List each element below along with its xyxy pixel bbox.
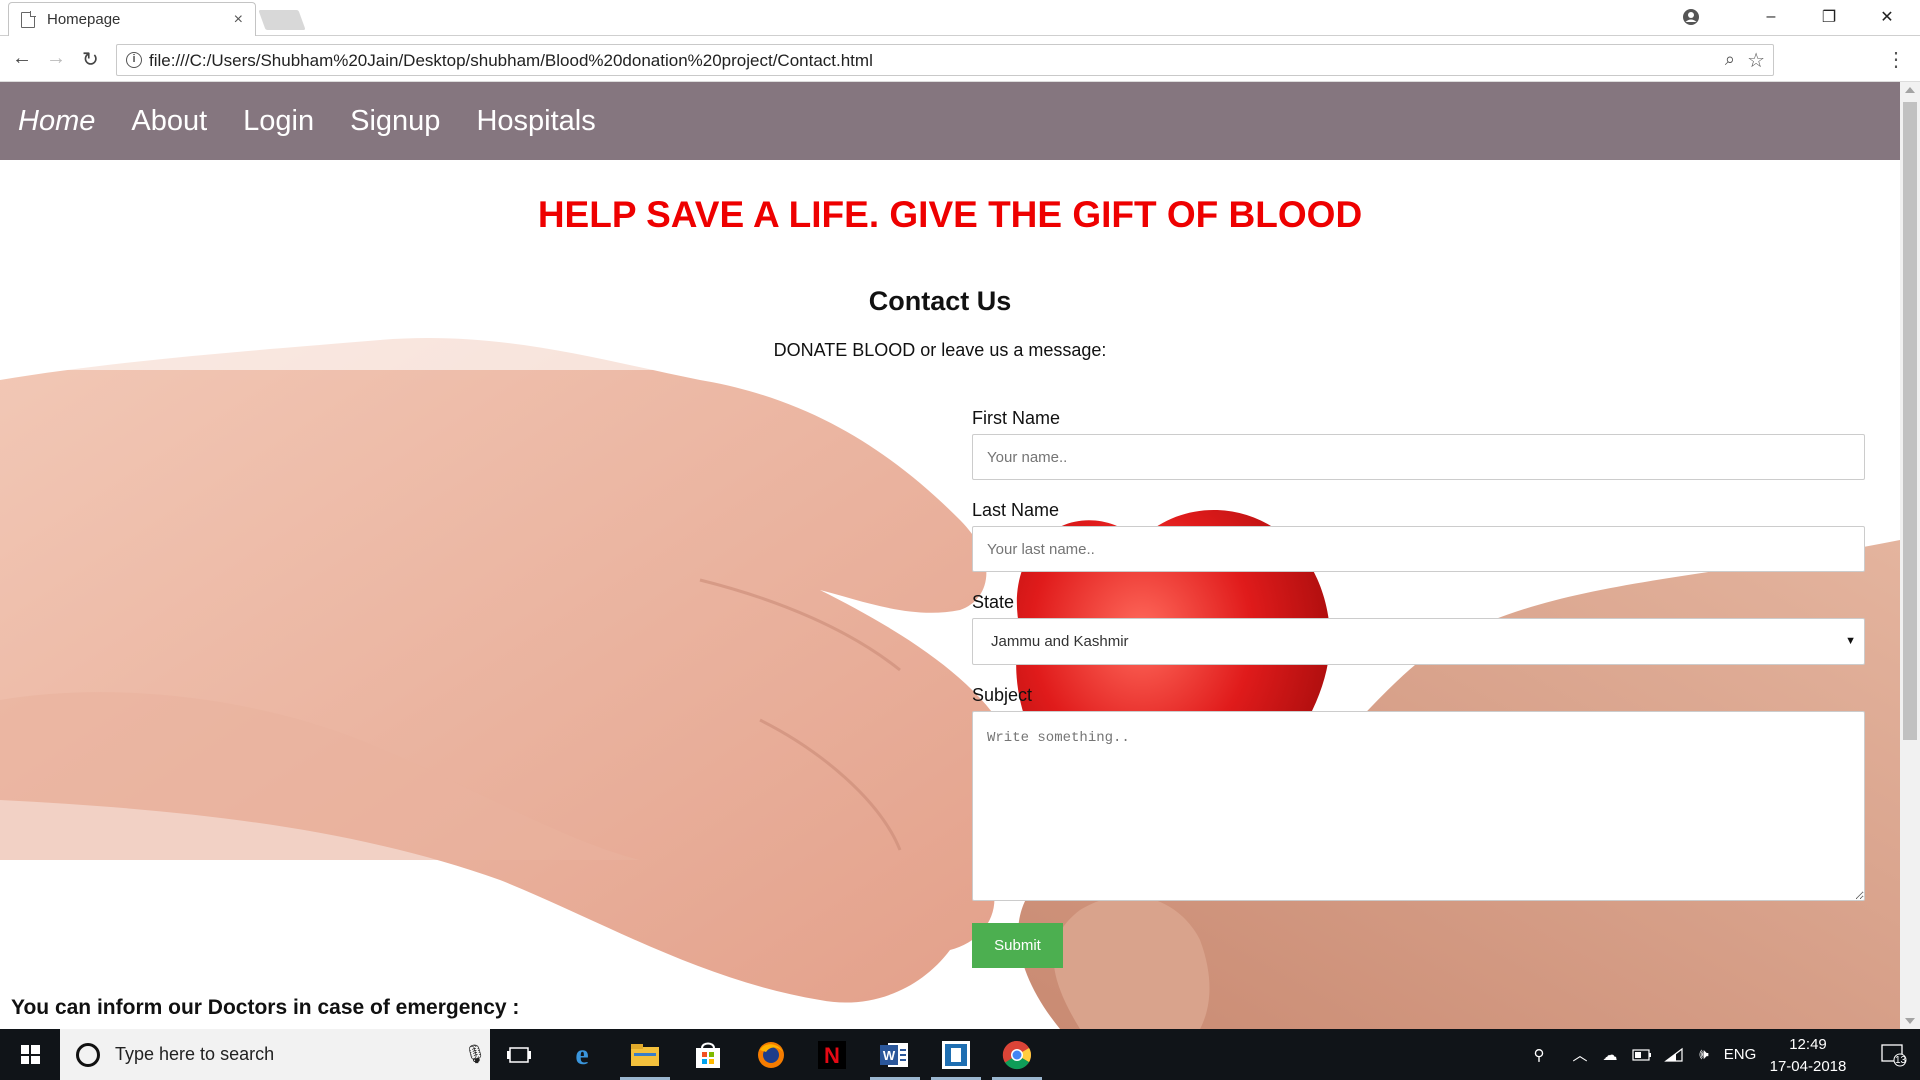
taskbar-search[interactable]: Type here to search 🎙 [60,1029,490,1080]
nav-signup[interactable]: Signup [350,105,440,138]
subject-label: Subject [972,685,1033,705]
restore-button[interactable]: ❐ [1800,0,1858,34]
file-explorer-icon[interactable] [616,1029,674,1080]
language-indicator[interactable]: ENG [1722,1029,1758,1080]
firefox-icon[interactable] [742,1029,800,1080]
cortana-icon [76,1042,100,1067]
volume-icon[interactable]: 🕪 [1690,1029,1718,1080]
minimize-button[interactable]: – [1742,0,1800,34]
store-icon[interactable] [679,1029,737,1080]
people-icon[interactable]: ⚲ [1524,1029,1554,1080]
url-text: file:///C:/Users/Shubham%20Jain/Desktop/… [149,51,873,70]
first-name-input[interactable] [972,434,1865,480]
wifi-icon[interactable] [1660,1029,1688,1080]
battery-icon[interactable] [1628,1029,1656,1080]
bookmark-star-icon[interactable]: ☆ [1747,48,1765,73]
back-arrow-icon[interactable]: ← [12,47,32,70]
tab-close-icon[interactable]: × [234,11,243,29]
svg-text:N: N [824,1043,840,1068]
start-button[interactable] [0,1029,60,1080]
edge-icon[interactable]: e [553,1029,611,1080]
site-navbar: Home About Login Signup Hospitals [0,82,1900,160]
chrome-icon[interactable] [988,1029,1046,1080]
search-placeholder: Type here to search [115,1044,275,1064]
word-icon[interactable]: W [866,1029,924,1080]
close-window-button[interactable]: ✕ [1858,0,1916,34]
scroll-up-icon[interactable] [1905,87,1915,93]
tab-strip: Homepage × – ❐ ✕ [0,0,1920,36]
onedrive-icon[interactable]: ☁ [1596,1029,1624,1080]
scroll-down-icon[interactable] [1905,1018,1915,1024]
contact-form: First Name Last Name State Jammu and Kas… [972,408,1865,968]
windows-logo-icon [20,1045,40,1064]
action-center-icon[interactable]: 13 [1868,1029,1920,1080]
zoom-icon[interactable]: ⌕ [1725,49,1735,70]
show-hidden-icons-chevron[interactable]: ︿ [1568,1029,1592,1080]
task-view-icon[interactable] [490,1029,548,1080]
nav-home[interactable]: Home [18,105,95,138]
chevron-down-icon: ▼ [1845,635,1856,647]
first-name-label: First Name [972,408,1061,428]
state-selected-value: Jammu and Kashmir [991,633,1129,650]
last-name-label: Last Name [972,500,1060,520]
browser-menu-icon[interactable]: ⋮ [1886,47,1906,72]
taskbar-clock[interactable]: 12:49 17-04-2018 [1756,1034,1860,1078]
nav-login[interactable]: Login [243,105,314,138]
app-icon[interactable] [927,1029,985,1080]
state-select[interactable]: Jammu and Kashmir ▼ [972,618,1865,665]
scrollbar-thumb[interactable] [1903,102,1917,740]
page-icon [21,11,36,28]
subject-textarea[interactable] [972,711,1865,901]
page-headline: HELP SAVE A LIFE. GIVE THE GIFT OF BLOOD [537,194,1363,235]
last-name-input[interactable] [972,526,1865,572]
contact-subtitle: DONATE BLOOD or leave us a message: [773,340,1107,360]
reload-icon[interactable]: ↻ [82,47,99,72]
notification-count: 13 [1895,1055,1907,1066]
info-icon[interactable]: i [126,52,142,68]
nav-about[interactable]: About [131,105,207,138]
microphone-icon[interactable]: 🎙 [460,1044,490,1065]
state-label: State [972,592,1015,612]
clock-time: 12:49 [1789,1036,1827,1053]
browser-toolbar: ← → ↻ i file:///C:/Users/Shubham%20Jain/… [0,37,1920,82]
windows-taskbar: Type here to search 🎙 e N W ⚲ ︿ ☁ 🕪 ENG … [0,1029,1920,1080]
clock-date: 17-04-2018 [1769,1058,1847,1075]
contact-title: Contact Us [868,286,1012,316]
address-bar[interactable]: i file:///C:/Users/Shubham%20Jain/Deskto… [116,44,1774,76]
page-viewport: Home About Login Signup Hospitals HELP S… [0,82,1900,1029]
forward-arrow-icon[interactable]: → [46,47,66,70]
nav-hospitals[interactable]: Hospitals [476,105,595,138]
browser-tab[interactable]: Homepage × [8,2,256,36]
page-scrollbar[interactable] [1900,82,1920,1029]
emergency-text: You can inform our Doctors in case of em… [11,996,520,1019]
submit-button[interactable]: Submit [972,923,1063,968]
tab-title: Homepage [47,11,121,28]
new-tab-button[interactable] [258,10,306,30]
svg-text:W: W [883,1048,896,1063]
profile-icon[interactable] [1662,0,1720,34]
netflix-icon[interactable]: N [803,1029,861,1080]
